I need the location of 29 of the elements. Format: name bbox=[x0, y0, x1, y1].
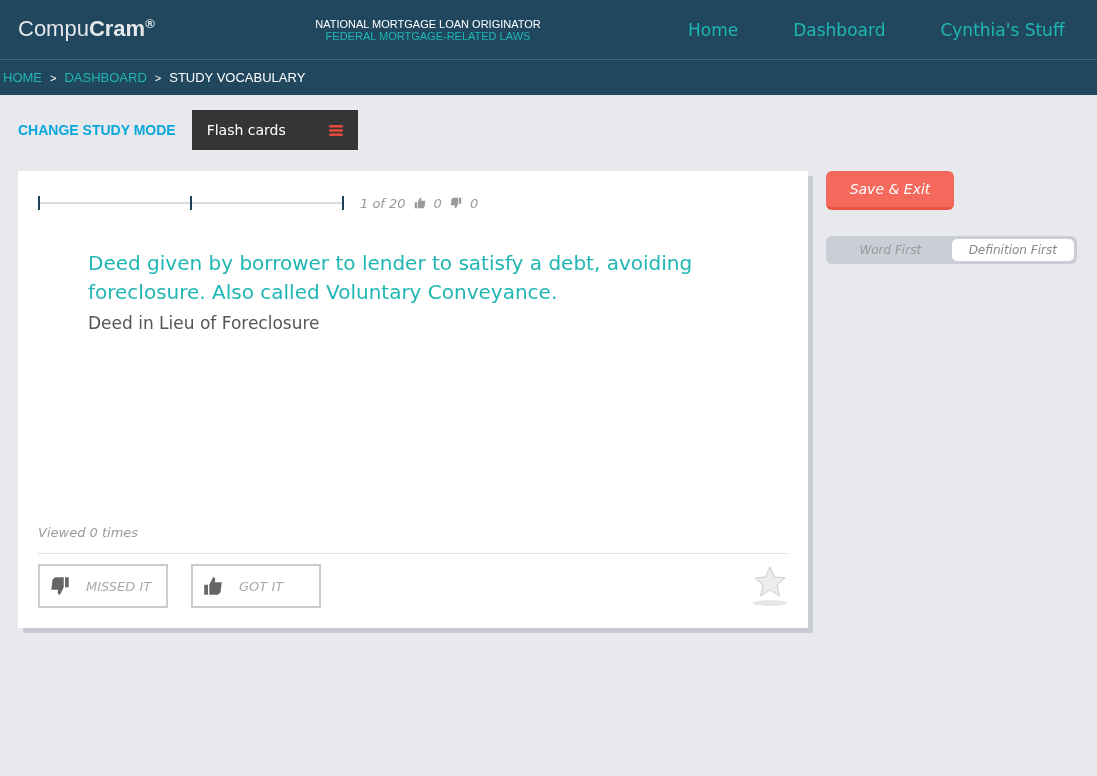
got-it-button[interactable]: GOT IT bbox=[191, 564, 321, 608]
missed-count: 0 bbox=[469, 195, 479, 211]
missed-it-button[interactable]: MISSED IT bbox=[38, 564, 168, 608]
got-count: 0 bbox=[433, 195, 442, 211]
view-count: Viewed 0 times bbox=[38, 525, 788, 554]
star-icon[interactable] bbox=[752, 565, 788, 607]
nav-link[interactable]: Cynthia's Stuff bbox=[940, 19, 1065, 40]
card-position: 1 of 20 bbox=[360, 195, 406, 211]
toggle-option[interactable]: Definition First bbox=[951, 239, 1074, 261]
study-mode-label: CHANGE STUDY MODE bbox=[18, 122, 176, 138]
breadcrumb-separator: > bbox=[154, 71, 162, 84]
course-subtitle: FEDERAL MORTGAGE-RELATED LAWS bbox=[325, 29, 531, 42]
breadcrumb-item[interactable]: HOME bbox=[3, 70, 42, 85]
course-title: NATIONAL MORTGAGE LOAN ORIGINATOR bbox=[315, 17, 541, 30]
save-exit-button[interactable]: Save & Exit bbox=[826, 171, 954, 210]
breadcrumb-item[interactable]: DASHBOARD bbox=[64, 70, 147, 85]
nav-link[interactable]: Dashboard bbox=[793, 19, 886, 40]
thumbs-up-icon bbox=[203, 575, 223, 597]
term-text: Deed in Lieu of Foreclosure bbox=[88, 313, 321, 333]
breadcrumb-item: STUDY VOCABULARY bbox=[169, 70, 306, 85]
menu-icon bbox=[328, 124, 343, 136]
breadcrumb-separator: > bbox=[50, 71, 57, 84]
thumbs-down-icon bbox=[50, 575, 70, 597]
logo: CompuCram$^{®}$ bbox=[18, 16, 156, 43]
nav-link[interactable]: Home bbox=[688, 19, 739, 40]
thumbs-down-icon bbox=[449, 197, 462, 209]
study-mode-dropdown[interactable]: Flash cards bbox=[191, 110, 358, 150]
definition-text: Deed given by borrower to lender to satisfy a debt, avoiding foreclosure. Also called Voluntary Conveyance. bbox=[88, 250, 694, 306]
thumbs-up-icon bbox=[413, 197, 426, 209]
